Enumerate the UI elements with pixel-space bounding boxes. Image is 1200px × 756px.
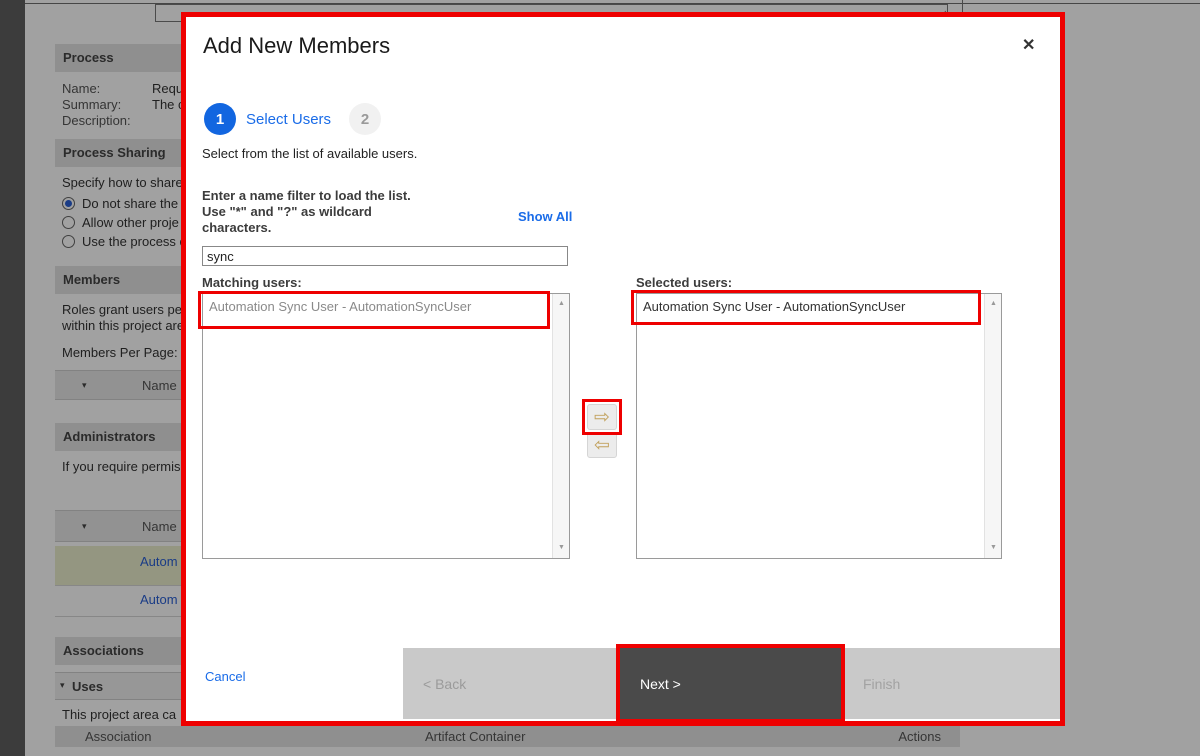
filter-instruction-line: characters. [202, 220, 411, 236]
add-new-members-dialog: Add New Members ✕ 1 Select Users 2 Selec… [181, 12, 1065, 726]
back-button[interactable]: < Back [403, 648, 619, 719]
scroll-down-icon[interactable]: ▼ [985, 540, 1002, 556]
selected-users-label: Selected users: [636, 275, 732, 290]
filter-instruction-line: Enter a name filter to load the list. [202, 188, 411, 204]
scroll-down-icon[interactable]: ▼ [553, 540, 570, 556]
filter-instructions: Enter a name filter to load the list. Us… [202, 188, 411, 236]
matching-user-item[interactable]: Automation Sync User - AutomationSyncUse… [203, 294, 551, 319]
arrow-right-icon: ⇨ [594, 408, 610, 427]
dialog-subtitle: Select from the list of available users. [202, 146, 417, 161]
selected-users-listbox[interactable]: Automation Sync User - AutomationSyncUse… [636, 293, 1002, 559]
selected-user-item[interactable]: Automation Sync User - AutomationSyncUse… [637, 294, 983, 319]
step-1-indicator: 1 [204, 103, 236, 135]
cancel-link[interactable]: Cancel [205, 669, 245, 684]
matching-users-listbox[interactable]: Automation Sync User - AutomationSyncUse… [202, 293, 570, 559]
name-filter-input[interactable] [202, 246, 568, 266]
show-all-link[interactable]: Show All [518, 209, 572, 224]
finish-button[interactable]: Finish [843, 648, 1060, 719]
move-left-button[interactable]: ⇦ [587, 432, 617, 458]
scroll-up-icon[interactable]: ▲ [553, 296, 570, 312]
matching-scrollbar[interactable]: ▲ ▼ [552, 294, 569, 558]
step-1-label: Select Users [246, 111, 331, 128]
arrow-left-icon: ⇦ [594, 436, 610, 455]
move-right-button[interactable]: ⇨ [587, 404, 617, 430]
scroll-up-icon[interactable]: ▲ [985, 296, 1002, 312]
next-button[interactable]: Next > [620, 648, 842, 719]
dialog-title: Add New Members [203, 33, 390, 59]
selected-scrollbar[interactable]: ▲ ▼ [984, 294, 1001, 558]
matching-users-label: Matching users: [202, 275, 302, 290]
step-2-indicator: 2 [349, 103, 381, 135]
filter-instruction-line: Use "*" and "?" as wildcard [202, 204, 411, 220]
close-icon[interactable]: ✕ [1022, 35, 1035, 55]
